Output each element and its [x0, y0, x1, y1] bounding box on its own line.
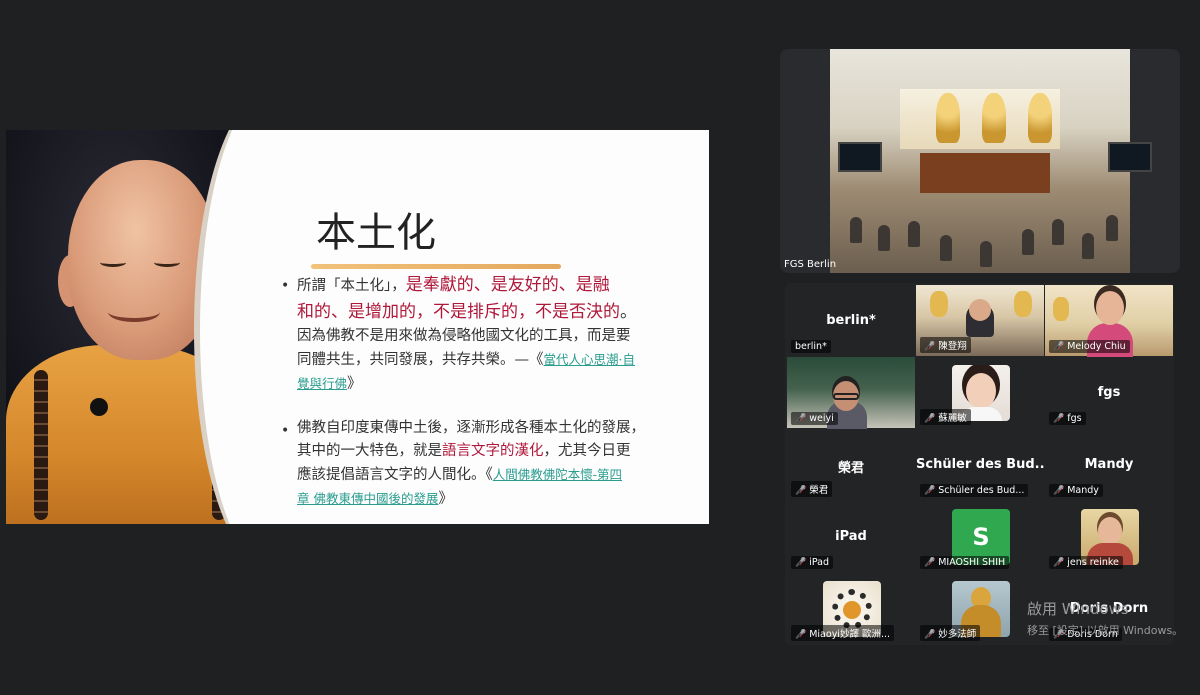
eye-left [100, 258, 126, 267]
participant-tile[interactable]: Mandy 🎤̸ Mandy [1045, 429, 1173, 500]
participant-tile[interactable]: S 🎤̸ MIAOSHI SHIH [916, 501, 1044, 572]
participant-display-name: iPad [835, 529, 867, 544]
temple-hall-video [830, 49, 1152, 273]
muted-mic-icon: 🎤̸ [924, 414, 936, 424]
bullet-2-line-4: 章 佛教東傳中國後的發展》 [297, 491, 453, 507]
audience-member [940, 235, 952, 261]
participant-display-name: berlin* [826, 313, 876, 328]
citation-link[interactable]: 當代人心思潮·自 [544, 352, 635, 367]
bullet-dot-icon: • [281, 423, 290, 439]
bullet-2-line-2: 其中的一大特色，就是語言文字的漢化，尤其今日更 [297, 443, 631, 459]
muted-mic-icon: 🎤̸ [1053, 486, 1065, 496]
participant-tile[interactable]: iPad 🎤̸ iPad [787, 501, 915, 572]
participant-display-name: fgs [1097, 385, 1121, 400]
participant-tile[interactable]: 🎤̸ 陳登翔 [916, 285, 1044, 356]
audience-member [1022, 229, 1034, 255]
participant-display-name: Mandy [1084, 457, 1134, 472]
participant-tile[interactable]: Schüler des Bud... 🎤̸ Schüler des Bud... [916, 429, 1050, 500]
participant-tile[interactable]: 🎤̸ Miaoyi妙譯 歐洲... [787, 573, 915, 644]
audience-member [1106, 215, 1118, 241]
muted-mic-icon: 🎤̸ [924, 558, 936, 568]
participant-name-label: 🎤̸ fgs [1049, 412, 1086, 425]
muted-mic-icon: 🎤̸ [1053, 414, 1065, 424]
citation-link[interactable]: 章 佛教東傳中國後的發展 [297, 491, 438, 506]
muted-mic-icon: 🎤̸ [795, 630, 807, 640]
screen-left [838, 142, 882, 172]
participant-name-label: 🎤̸ jens reinke [1049, 556, 1123, 569]
muted-mic-icon: 🎤̸ [924, 342, 936, 352]
bullet-1: • 所謂「本土化」，是奉獻的、是友好的、是融 和的、是增加的，不是排斥的，不是否… [281, 272, 706, 396]
buddha-statue [936, 93, 960, 143]
mouse-cursor-icon: ▶ [202, 272, 212, 286]
citation-link[interactable]: 人間佛教佛陀本懷-第四 [493, 467, 622, 482]
audience-member [1082, 233, 1094, 259]
bullet-2: • 佛教自印度東傳中土後，逐漸形成各種本土化的發展， 其中的一大特色，就是語言文… [281, 417, 706, 511]
bullet-1-line-4: 同體共生，共同發展，共存共榮。—《當代人心思潮·自 [297, 352, 635, 368]
audience-member [1052, 219, 1064, 245]
audience-member [980, 241, 992, 267]
feed-name-label: FGS Berlin [784, 259, 837, 270]
buddha-statue [1028, 93, 1052, 143]
bullet-1-line-5: 覺與行佛》 [297, 376, 362, 392]
buddha-statue [982, 93, 1006, 143]
participant-name-label: 🎤̸ iPad [791, 556, 834, 569]
screen-right [1108, 142, 1152, 172]
bullet-1-line-2: 和的、是增加的，不是排斥的，不是否決的。 [297, 302, 637, 322]
participant-name-label: 🎤̸ 陳登翔 [920, 337, 971, 353]
audience-member [908, 221, 920, 247]
participant-tile[interactable]: 🎤̸ jens reinke [1045, 501, 1173, 572]
muted-mic-icon: 🎤̸ [1053, 558, 1065, 568]
muted-mic-icon: 🎤̸ [1053, 342, 1065, 352]
speaker-video-feed[interactable]: FGS Berlin [780, 49, 1180, 273]
participant-name-label: 🎤̸ 榮君 [791, 481, 833, 497]
bullet-dot-icon: • [281, 278, 290, 294]
title-underline [311, 264, 561, 269]
participant-tile[interactable]: fgs 🎤̸ fgs [1045, 357, 1173, 428]
participant-tile[interactable]: 榮君 🎤̸ 榮君 [787, 429, 915, 500]
audience-member [850, 217, 862, 243]
participant-tile[interactable]: 🎤̸ Melody Chiu [1045, 285, 1173, 357]
citation-link[interactable]: 覺與行佛 [297, 376, 347, 391]
muted-mic-icon: 🎤̸ [795, 486, 807, 496]
slide-title: 本土化 [316, 210, 436, 256]
participant-name-label: 🎤̸ weiyi [791, 412, 838, 425]
bullet-2-line-3: 應該提倡語言文字的人間化。《人間佛教佛陀本懷-第四 [297, 467, 622, 483]
eye-right [154, 258, 180, 267]
participant-tile[interactable]: 🎤̸ 妙多法師 [916, 573, 1044, 644]
participant-name-label: 🎤̸ Schüler des Bud... [920, 484, 1029, 497]
lapel-mic [90, 398, 108, 416]
smile [108, 302, 160, 322]
muted-mic-icon: 🎤̸ [924, 486, 936, 496]
participant-tile[interactable]: berlin* berlin* [787, 285, 915, 356]
participant-tile[interactable]: 🎤̸ 蘇麗敏 [916, 357, 1044, 428]
participant-name-label: berlin* [791, 340, 831, 353]
participant-name-label: 🎤̸ 蘇麗敏 [920, 409, 971, 425]
windows-activation-watermark: 啟用 Windows 移至 [設定] 以啟用 Windows。 [1027, 600, 1184, 637]
participant-name-label: 🎤̸ Mandy [1049, 484, 1103, 497]
participant-name-label: 🎤̸ Miaoyi妙譯 歐洲... [791, 625, 895, 641]
muted-mic-icon: 🎤̸ [924, 630, 936, 640]
bullet-1-line-3: 因為佛教不是用來做為侵略他國文化的工具，而是要 [297, 328, 631, 344]
participant-name-label: 🎤̸ MIAOSHI SHIH [920, 556, 1010, 569]
bullet-2-line-1: 佛教自印度東傳中土後，逐漸形成各種本土化的發展， [297, 420, 645, 436]
altar [920, 153, 1050, 193]
participant-display-name: Schüler des Bud... [916, 457, 1050, 472]
audience-member [878, 225, 890, 251]
shared-slide: ▶ 本土化 • 所謂「本土化」，是奉獻的、是友好的、是融 和的、是增加的，不是排… [6, 130, 709, 524]
participant-tile[interactable]: 🎤̸ weiyi [787, 357, 915, 429]
prayer-beads-left [34, 370, 48, 520]
muted-mic-icon: 🎤̸ [795, 414, 807, 424]
participant-gallery: berlin* berlin* 🎤̸ 陳登翔 🎤̸ Melody Chiu 🎤̸ weiyi 🎤… [785, 283, 1174, 645]
participant-display-name: 榮君 [837, 461, 864, 476]
bullet-1-line-1: 所謂「本土化」，是奉獻的、是友好的、是融 [297, 275, 610, 295]
participant-name-label: 🎤̸ Melody Chiu [1049, 340, 1130, 353]
muted-mic-icon: 🎤̸ [795, 558, 807, 568]
participant-name-label: 🎤̸ 妙多法師 [920, 625, 981, 641]
